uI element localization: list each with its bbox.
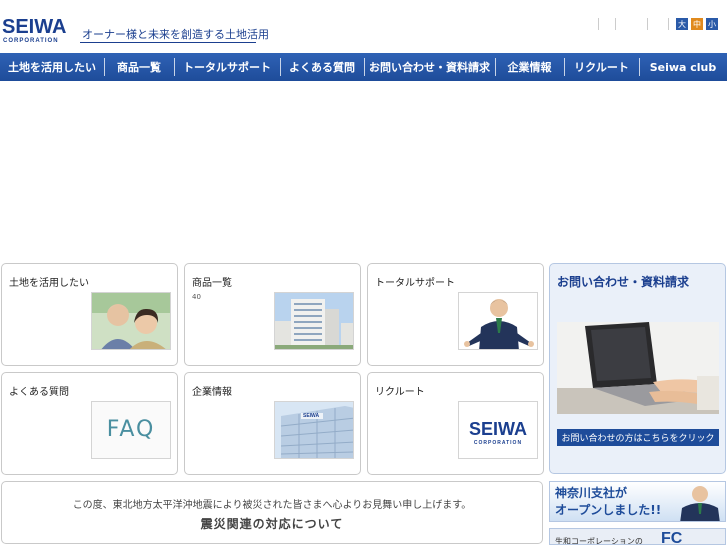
panel-faq[interactable]: よくある質問 FAQ [1,372,178,475]
recruit-logo-thumbnail: SEIWA CORPORATION [458,401,538,459]
kanagawa-branch-banner[interactable]: 神奈川支社が オープンしました!! [549,481,726,522]
couple-photo [91,292,171,350]
nav-item-products[interactable]: 商品一覧 [104,53,174,81]
header: SEIWA CORPORATION オーナー様と未来を創造する土地活用 大 中 … [0,0,727,52]
page: SEIWA CORPORATION オーナー様と未来を創造する土地活用 大 中 … [0,0,727,545]
font-size-medium-button[interactable]: 中 [691,18,703,30]
global-nav: 土地を活用したい 商品一覧 トータルサポート よくある質問 お問い合わせ・資料請… [0,53,727,81]
staff-portrait-icon [680,486,720,521]
contact-panel[interactable]: お問い合わせ・資料請求 お問い合わせの方はこちらをクリック [549,263,726,474]
nav-item-recruit[interactable]: リクルート [564,53,639,81]
panel-recruit[interactable]: リクルート SEIWA CORPORATION [367,372,544,475]
panel-products-label: 商品一覧 [192,278,232,289]
header-divider [598,18,599,30]
logo-wordmark: SEIWA [2,16,67,38]
nav-item-faq[interactable]: よくある質問 [280,53,364,81]
panel-recruit-label: リクルート [375,387,425,398]
nav-item-seiwa-club[interactable]: Seiwa club [639,53,727,81]
nav-item-contact[interactable]: お問い合わせ・資料請求 [364,53,495,81]
contact-title: お問い合わせ・資料請求 [557,275,690,289]
panel-land[interactable]: 土地を活用したい [1,263,178,366]
logo-subtitle: CORPORATION [3,38,59,44]
fc-banner-text: 生和コーポレーションの [555,537,643,545]
panel-company[interactable]: 企業情報 SEIWA [184,372,361,475]
kanagawa-banner-text: 神奈川支社が オープンしました!! [555,485,661,519]
earthquake-notice-banner[interactable]: この度、東北地方太平洋沖地震により被災された皆さまへ心よりお見舞い申し上げます。… [1,481,543,544]
contact-cta-button[interactable]: お問い合わせの方はこちらをクリック [557,429,719,446]
site-logo[interactable]: SEIWA CORPORATION オーナー様と未来を創造する土地活用 [2,16,269,46]
panel-support[interactable]: トータルサポート [367,263,544,366]
header-divider [647,18,648,30]
panel-products-count: 40 [192,293,201,301]
earthquake-notice-title: 震災関連の対応について [200,517,344,531]
nav-item-company[interactable]: 企業情報 [495,53,564,81]
panel-products[interactable]: 商品一覧 40 [184,263,361,366]
font-size-switcher: 大 中 小 [676,18,718,30]
nav-item-land[interactable]: 土地を活用したい [0,53,104,81]
logo-rule [80,42,256,43]
faq-thumbnail-text: FAQ [106,417,156,442]
header-divider [668,18,669,30]
fc-banner-mark: FC [661,530,683,545]
recruit-logo-wordmark: SEIWA [468,419,527,439]
font-size-small-button[interactable]: 小 [706,18,718,30]
header-divider [615,18,616,30]
building-sign-text: SEIWA [303,413,320,419]
fc-banner[interactable]: 生和コーポレーションの FC [549,528,726,545]
font-size-large-button[interactable]: 大 [676,18,688,30]
staff-photo [458,292,538,350]
building-photo: SEIWA [274,401,354,459]
kanagawa-banner-line2: オープンしました!! [555,503,662,517]
panel-land-label: 土地を活用したい [9,278,89,289]
logo-tagline: オーナー様と未来を創造する土地活用 [82,28,269,41]
panel-company-label: 企業情報 [192,387,232,398]
kanagawa-banner-line1: 神奈川支社が [555,486,628,500]
panel-support-label: トータルサポート [375,278,455,289]
panel-faq-label: よくある質問 [9,387,69,398]
faq-thumbnail: FAQ [91,401,171,459]
apartment-photo [274,292,354,350]
earthquake-notice-message: この度、東北地方太平洋沖地震により被災された皆さまへ心よりお見舞い申し上げます。 [72,500,472,511]
recruit-logo-subtitle: CORPORATION [473,440,523,446]
laptop-photo [557,322,719,414]
nav-item-support[interactable]: トータルサポート [174,53,280,81]
